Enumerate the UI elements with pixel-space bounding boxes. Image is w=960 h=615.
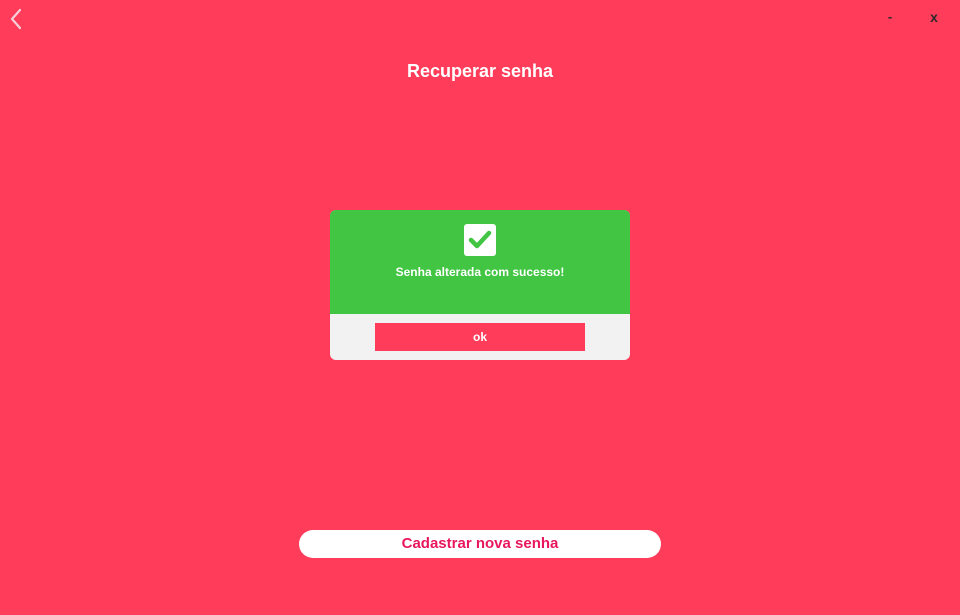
minimize-button[interactable]: - [878,8,902,26]
register-new-password-button[interactable]: Cadastrar nova senha [299,530,661,558]
page-title: Recuperar senha [406,61,554,81]
dialog-header: Senha alterada com sucesso! [330,210,630,314]
back-button[interactable] [6,6,30,32]
success-dialog: Senha alterada com sucesso! ok [330,210,630,360]
ok-button[interactable]: ok [375,323,585,351]
chevron-left-icon [10,8,22,30]
dialog-message: Senha alterada com sucesso! [395,265,565,279]
close-button[interactable]: x [922,8,946,26]
checkbox-checked-icon [464,224,496,256]
